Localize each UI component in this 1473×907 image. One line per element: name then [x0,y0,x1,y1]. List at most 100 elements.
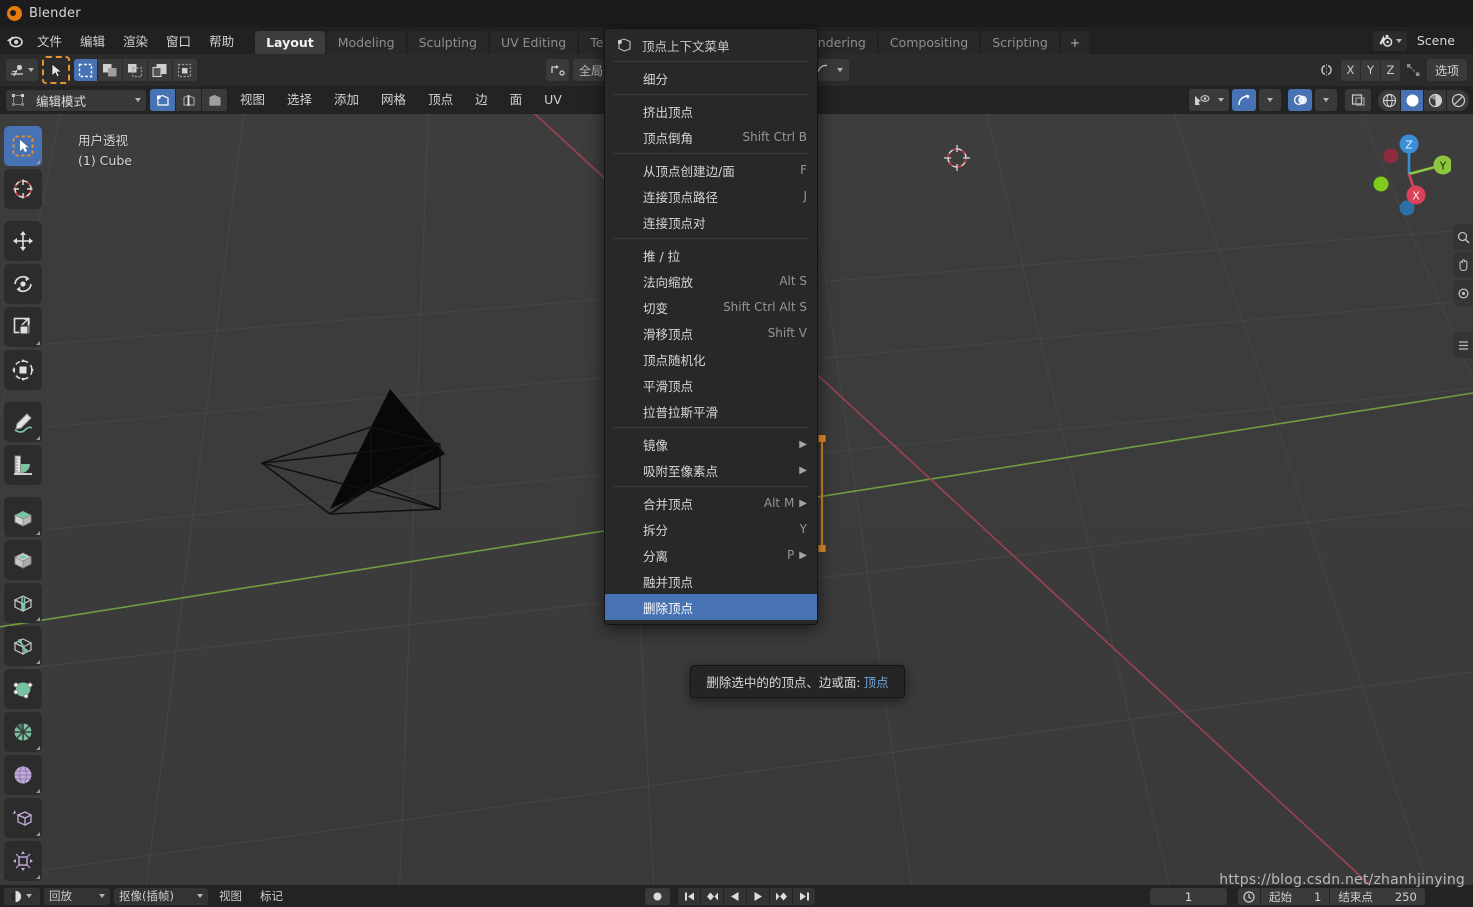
scene-name[interactable]: Scene [1409,33,1465,48]
camera-view-icon[interactable] [1453,280,1473,306]
tab-scripting[interactable]: Scripting [981,31,1059,54]
menu-item-mirror[interactable]: 镜像 ▶ [605,431,817,457]
hand-pan-icon[interactable] [1453,252,1473,278]
jump-to-end-button[interactable] [793,888,815,905]
menu-item-smooth-vertices[interactable]: 平滑顶点 [605,372,817,398]
tab-add-workspace[interactable]: + [1060,31,1090,54]
tool-rotate[interactable] [4,264,42,304]
menu-item-connect-vertex-path[interactable]: 连接顶点路径 J [605,183,817,209]
menu-help[interactable]: 帮助 [200,27,243,54]
tool-loop-cut[interactable] [4,626,42,666]
select-invert-button[interactable] [148,59,172,81]
tab-uv-editing[interactable]: UV Editing [489,31,578,54]
edit-menu-uv[interactable]: UV [535,86,571,114]
tool-shear[interactable] [4,841,42,881]
timeline-editor-type-button[interactable] [4,887,40,905]
select-intersect-button[interactable] [173,59,197,81]
edit-menu-select[interactable]: 选择 [278,86,321,114]
menu-item-slide-vertices[interactable]: 滑移顶点 Shift V [605,320,817,346]
tool-extrude-region[interactable] [4,497,42,537]
menu-item-bevel-vertices[interactable]: 顶点倒角 Shift Ctrl B [605,124,817,150]
tool-bevel[interactable] [4,583,42,623]
menu-item-shrink-fatten[interactable]: 法向缩放 Alt S [605,268,817,294]
mirror-button[interactable] [1313,59,1339,81]
edit-menu-add[interactable]: 添加 [325,86,368,114]
use-preview-range-button[interactable] [1238,888,1260,905]
zoom-icon[interactable] [1453,224,1473,250]
select-mode-vertex[interactable] [150,89,175,111]
menu-item-shear[interactable]: 切变 Shift Ctrl Alt S [605,294,817,320]
xray-toggle-button[interactable] [1345,89,1371,111]
tool-select-box-active[interactable] [45,59,67,81]
edit-menu-view[interactable]: 视图 [231,86,274,114]
menu-render[interactable]: 渲染 [114,27,157,54]
menu-file[interactable]: 文件 [28,27,71,54]
tool-tweak[interactable] [4,126,42,166]
edit-menu-edge[interactable]: 边 [466,86,497,114]
menu-item-dissolve-vertices[interactable]: 融并顶点 [605,568,817,594]
shading-material-button[interactable] [1424,89,1446,111]
menu-item-subdivide[interactable]: 细分 [605,65,817,91]
tool-shrink-fatten[interactable] [4,798,42,838]
menu-item-new-edge-face[interactable]: 从顶点创建边/面 F [605,157,817,183]
shading-rendered-button[interactable] [1447,89,1469,111]
show-overlays-button[interactable] [1288,89,1312,111]
playback-dropdown[interactable]: 回放 [44,887,110,905]
menu-item-snap-to-pixels[interactable]: 吸附至像素点 ▶ [605,457,817,483]
topology-mirror-button[interactable] [1401,59,1425,81]
tool-smooth[interactable] [4,755,42,795]
menu-window[interactable]: 窗口 [157,27,200,54]
tab-layout[interactable]: Layout [255,31,325,54]
menu-item-rip-vertices[interactable]: 拆分 Y [605,516,817,542]
menu-item-push-pull[interactable]: 推 / 拉 [605,242,817,268]
play-reverse-button[interactable] [724,888,746,905]
show-gizmo-button[interactable] [1232,89,1256,111]
prev-keyframe-button[interactable] [701,888,723,905]
menu-item-extrude-vertices[interactable]: 挤出顶点 [605,98,817,124]
gizmo-dropdown[interactable] [1259,89,1281,111]
menu-item-laplacian-smooth[interactable]: 拉普拉斯平滑 [605,398,817,424]
tool-inset-faces[interactable] [4,540,42,580]
options-button[interactable]: 选项 [1426,59,1467,81]
timeline-menu-marker[interactable]: 标记 [253,888,290,904]
tool-scale[interactable] [4,307,42,347]
current-frame-field[interactable]: 1 [1150,888,1227,905]
edit-menu-vertex[interactable]: 顶点 [419,86,462,114]
transform-pivot-button[interactable] [546,59,569,81]
menu-item-delete-vertices[interactable]: 删除顶点 [605,594,817,620]
menu-edit[interactable]: 编辑 [71,27,114,54]
visibility-selectability-button[interactable] [1189,89,1229,111]
auto-keying-button[interactable] [645,888,670,905]
navigation-gizmo[interactable]: Z Y X [1367,132,1451,216]
mirror-axis-y[interactable]: Y [1360,59,1380,81]
tab-modeling[interactable]: Modeling [326,31,406,54]
tool-cursor[interactable] [4,169,42,209]
tab-compositing[interactable]: Compositing [878,31,980,54]
jump-to-start-button[interactable] [678,888,700,905]
tool-transform[interactable] [4,350,42,390]
edit-menu-mesh[interactable]: 网格 [372,86,415,114]
select-extend-button[interactable] [98,59,122,81]
frame-end-field[interactable]: 结束点 250 [1330,888,1425,905]
tool-knife[interactable] [4,669,42,709]
select-mode-edge[interactable] [176,89,201,111]
menu-item-merge-vertices[interactable]: 合并顶点 Alt M ▶ [605,490,817,516]
tool-annotate[interactable] [4,402,42,442]
blender-menu-icon[interactable] [0,27,28,54]
mirror-axis-z[interactable]: Z [1380,59,1400,81]
tool-move[interactable] [4,221,42,261]
overlays-dropdown[interactable] [1315,89,1337,111]
mirror-axis-x[interactable]: X [1340,59,1360,81]
play-button[interactable] [747,888,769,905]
frame-start-field[interactable]: 起始 1 [1261,888,1330,905]
timeline-menu-view[interactable]: 视图 [212,888,249,904]
vertex-context-menu[interactable]: 顶点上下文菜单 细分 挤出顶点 顶点倒角 Shift Ctrl B 从顶点创建边… [604,28,818,625]
next-keyframe-button[interactable] [770,888,792,905]
ortho-toggle-icon[interactable] [1453,332,1473,358]
select-box-button[interactable] [74,59,97,81]
edit-menu-face[interactable]: 面 [501,86,532,114]
tab-sculpting[interactable]: Sculpting [407,31,488,54]
keying-dropdown[interactable]: 抠像(插帧) [114,887,208,905]
tool-spin[interactable] [4,712,42,752]
scene-browser-button[interactable] [1372,30,1407,51]
